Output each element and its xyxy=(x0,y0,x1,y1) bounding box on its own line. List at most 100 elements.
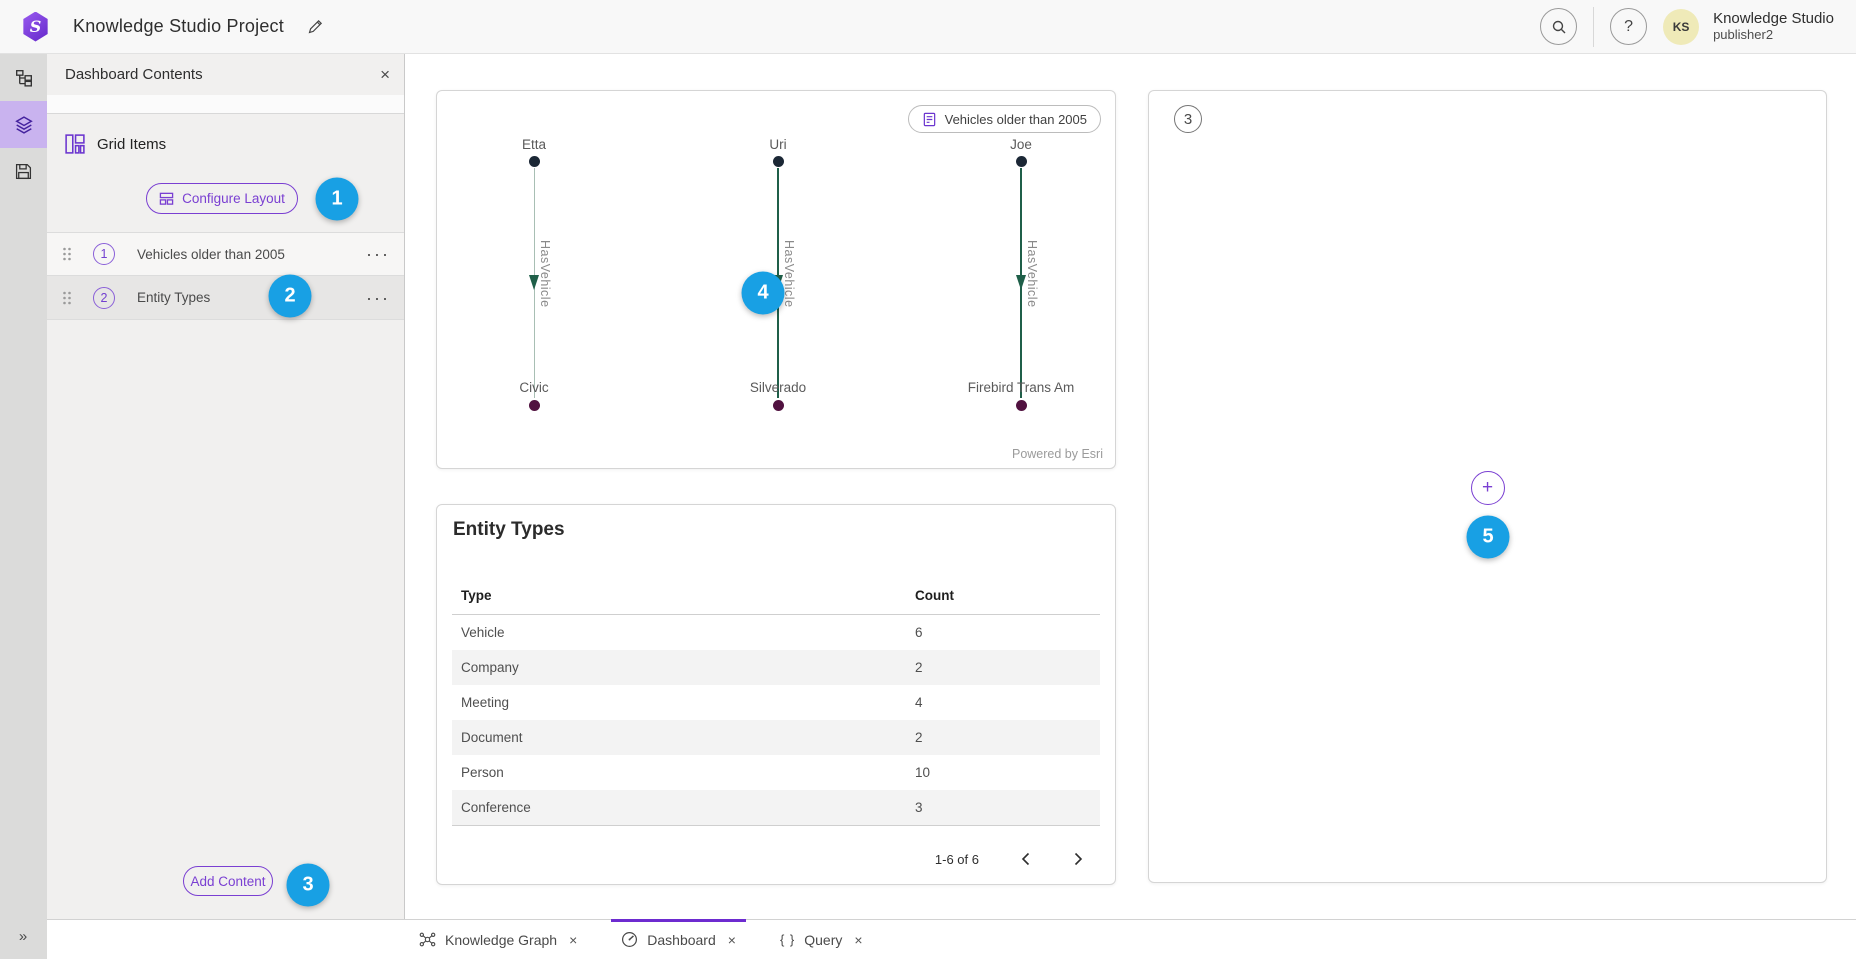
person-node[interactable] xyxy=(773,156,784,167)
node-label[interactable]: Silverado xyxy=(683,380,873,395)
help-icon: ? xyxy=(1624,18,1633,36)
callout-badge-3: 3 xyxy=(287,864,330,907)
tab-label: Knowledge Graph xyxy=(445,932,557,948)
rail-item-data-model[interactable] xyxy=(0,54,47,101)
tab-dashboard[interactable]: Dashboard × xyxy=(621,920,736,960)
expand-rail-button[interactable]: » xyxy=(0,928,47,945)
edit-title-icon[interactable] xyxy=(306,18,324,36)
vehicle-node[interactable] xyxy=(773,400,784,411)
left-icon-rail: » xyxy=(0,54,47,959)
bottom-tab-bar: Knowledge Graph × Dashboard × { } Query … xyxy=(47,919,1856,959)
table-row[interactable]: Conference 3 xyxy=(452,790,1100,825)
tab-label: Dashboard xyxy=(647,932,716,948)
panel-header: Dashboard Contents × xyxy=(47,54,404,95)
close-tab-icon[interactable]: × xyxy=(728,932,736,948)
item-number-badge: 1 xyxy=(93,243,115,265)
user-info: Knowledge Studio publisher2 xyxy=(1713,10,1838,42)
header-divider xyxy=(1593,7,1594,47)
user-name: Knowledge Studio xyxy=(1713,10,1834,27)
dashboard-canvas: Vehicles older than 2005 Etta HasVehicle… xyxy=(406,54,1856,919)
layers-icon xyxy=(15,116,33,134)
panel-title: Dashboard Contents xyxy=(65,66,380,83)
add-content-button[interactable]: Add Content xyxy=(183,866,273,896)
callout-badge-2: 2 xyxy=(269,275,312,318)
column-header-count[interactable]: Count xyxy=(915,588,1100,603)
item-label: Entity Types xyxy=(137,290,366,305)
edge-label: HasVehicle xyxy=(782,240,796,308)
node-label[interactable]: Etta xyxy=(439,137,629,152)
edge-arrow-icon xyxy=(1016,275,1026,290)
rail-item-contents[interactable] xyxy=(0,101,47,148)
hierarchy-icon xyxy=(15,69,33,87)
project-title: Knowledge Studio Project xyxy=(73,16,284,37)
next-page-button[interactable] xyxy=(1072,850,1085,868)
search-button[interactable] xyxy=(1540,8,1577,45)
node-label[interactable]: Uri xyxy=(683,137,873,152)
callout-badge-4: 4 xyxy=(742,272,785,315)
graph-edge-joe-firebird[interactable]: Joe HasVehicle Firebird Trans Am xyxy=(926,137,1116,417)
drag-handle[interactable] xyxy=(62,290,72,306)
node-label[interactable]: Firebird Trans Am xyxy=(926,380,1116,395)
grid-cell-number: 3 xyxy=(1174,105,1202,133)
edge-arrow-icon xyxy=(529,275,539,290)
panel-divider xyxy=(47,95,404,114)
node-label[interactable]: Joe xyxy=(926,137,1116,152)
list-item-vehicles[interactable]: 1 Vehicles older than 2005 ··· xyxy=(47,232,404,276)
empty-grid-cell-card[interactable]: 3 + xyxy=(1148,90,1827,883)
close-panel-icon[interactable]: × xyxy=(380,65,390,85)
app-header: S Knowledge Studio Project ? KS Knowledg… xyxy=(0,0,1856,54)
person-node[interactable] xyxy=(529,156,540,167)
save-icon xyxy=(15,163,32,180)
add-widget-button[interactable]: + xyxy=(1471,471,1505,505)
knowledge-graph-icon xyxy=(419,931,436,948)
pagination-range: 1-6 of 6 xyxy=(935,852,979,867)
tab-knowledge-graph[interactable]: Knowledge Graph × xyxy=(419,920,577,960)
table-pagination: 1-6 of 6 xyxy=(452,842,1085,876)
column-header-type[interactable]: Type xyxy=(452,588,915,603)
tab-label: Query xyxy=(804,932,842,948)
previous-page-button[interactable] xyxy=(1019,850,1032,868)
node-label[interactable]: Civic xyxy=(439,380,629,395)
card-title: Entity Types xyxy=(453,519,565,541)
grid-items-label: Grid Items xyxy=(97,136,166,153)
table-row[interactable]: Meeting 4 xyxy=(452,685,1100,720)
person-node[interactable] xyxy=(1016,156,1027,167)
table-row[interactable]: Person 10 xyxy=(452,755,1100,790)
configure-layout-button[interactable]: Configure Layout xyxy=(146,183,298,214)
vehicle-node[interactable] xyxy=(529,400,540,411)
vehicle-node[interactable] xyxy=(1016,400,1027,411)
search-icon xyxy=(1551,19,1567,35)
item-number-badge: 2 xyxy=(93,287,115,309)
report-icon xyxy=(922,112,937,127)
grid-items-section: Grid Items xyxy=(65,134,166,154)
dashboard-gauge-icon xyxy=(621,931,638,948)
rail-item-save[interactable] xyxy=(0,148,47,195)
item-options-icon[interactable]: ··· xyxy=(366,293,390,303)
close-tab-icon[interactable]: × xyxy=(569,932,577,948)
close-tab-icon[interactable]: × xyxy=(854,932,862,948)
item-label: Vehicles older than 2005 xyxy=(137,247,366,262)
item-options-icon[interactable]: ··· xyxy=(366,249,390,259)
esri-attribution: Powered by Esri xyxy=(1012,447,1103,461)
entity-types-table: Type Count Vehicle 6 Company 2 Meeting 4… xyxy=(452,577,1100,826)
entity-types-card[interactable]: Entity Types Type Count Vehicle 6 Compan… xyxy=(436,504,1116,885)
query-braces-icon: { } xyxy=(780,932,795,947)
drag-handle[interactable] xyxy=(62,246,72,262)
avatar[interactable]: KS xyxy=(1663,9,1699,45)
callout-badge-5: 5 xyxy=(1467,516,1510,559)
table-row[interactable]: Company 2 xyxy=(452,650,1100,685)
graph-filter-pill[interactable]: Vehicles older than 2005 xyxy=(908,105,1101,133)
list-item-entity-types[interactable]: 2 Entity Types ··· xyxy=(47,276,404,320)
user-role: publisher2 xyxy=(1713,28,1834,43)
grid-item-list: 1 Vehicles older than 2005 ··· 2 Entity … xyxy=(47,232,404,320)
edge-label: HasVehicle xyxy=(538,240,552,308)
table-header-row: Type Count xyxy=(452,577,1100,615)
help-button[interactable]: ? xyxy=(1610,8,1647,45)
table-row[interactable]: Vehicle 6 xyxy=(452,615,1100,650)
tab-query[interactable]: { } Query × xyxy=(780,920,863,960)
app-logo-icon: S xyxy=(22,12,49,42)
graph-edge-etta-civic[interactable]: Etta HasVehicle Civic xyxy=(439,137,629,417)
table-row[interactable]: Document 2 xyxy=(452,720,1100,755)
callout-badge-1: 1 xyxy=(316,178,359,221)
graph-filter-label: Vehicles older than 2005 xyxy=(945,112,1087,127)
